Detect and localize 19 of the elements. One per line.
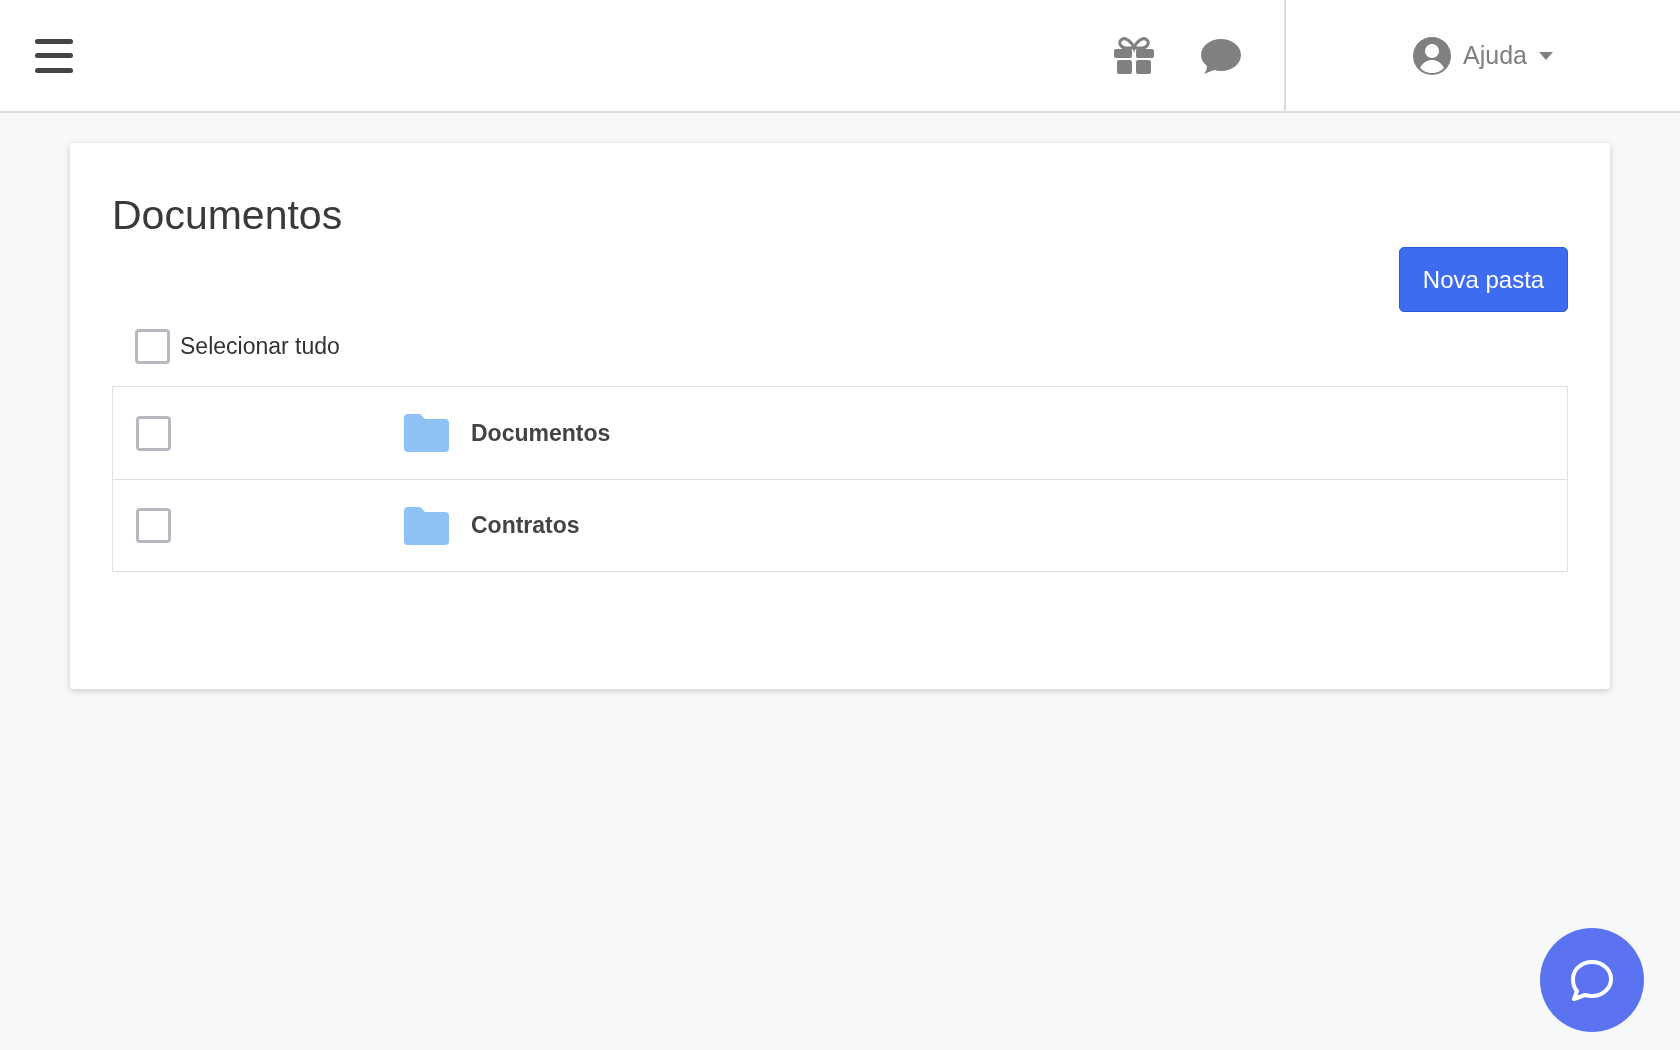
page-title: Documentos <box>112 195 343 236</box>
chat-bubble-icon <box>1570 959 1614 1001</box>
caret-icon <box>1538 51 1553 60</box>
folder-row[interactable]: Contratos <box>113 479 1567 571</box>
folder-icon <box>404 414 449 452</box>
folder-icon <box>404 506 449 545</box>
checkbox[interactable] <box>135 328 170 364</box>
new-folder-button[interactable]: Nova pasta <box>1399 247 1568 312</box>
chat-icon[interactable] <box>1200 36 1242 75</box>
gift-icon[interactable] <box>1113 36 1155 75</box>
user-avatar-icon <box>1413 36 1451 75</box>
checkbox[interactable] <box>136 415 171 451</box>
folder-name: Documentos <box>471 418 611 448</box>
checkbox[interactable] <box>136 508 171 543</box>
user-menu[interactable]: Ajuda <box>1413 36 1553 75</box>
folder-row[interactable]: Documentos <box>113 387 1567 479</box>
menu-icon[interactable] <box>35 38 73 73</box>
select-all-label: Selecionar tudo <box>180 331 340 361</box>
folder-name: Contratos <box>471 511 580 541</box>
